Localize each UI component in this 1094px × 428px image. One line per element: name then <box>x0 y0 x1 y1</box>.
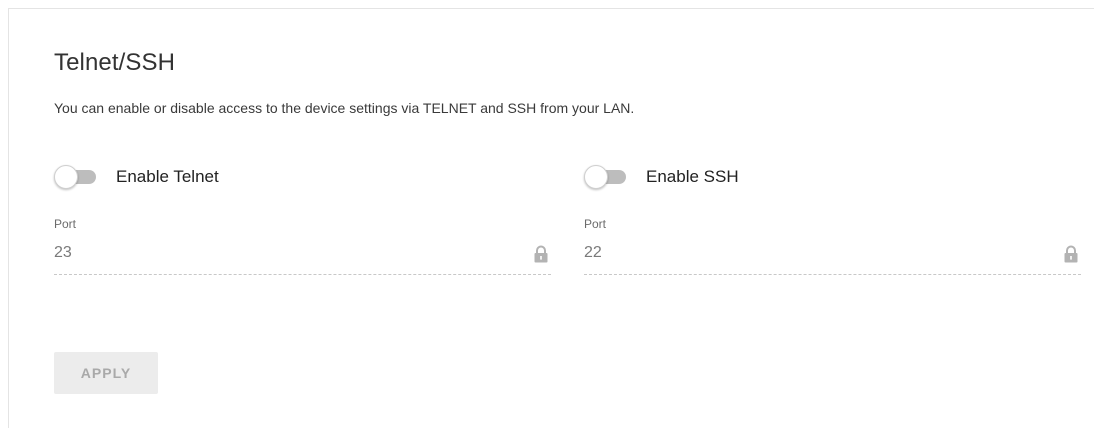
enable-telnet-label: Enable Telnet <box>116 167 219 186</box>
telnet-port-label: Port <box>54 217 77 231</box>
enable-telnet-toggle[interactable]: Enable Telnet <box>54 165 219 189</box>
ssh-port-input[interactable] <box>584 241 1044 265</box>
lock-icon <box>534 245 548 263</box>
ssh-switch[interactable] <box>584 165 626 189</box>
lock-icon <box>1064 245 1078 263</box>
enable-ssh-label: Enable SSH <box>646 167 739 186</box>
section-title: Telnet/SSH <box>54 49 176 76</box>
telnet-switch[interactable] <box>54 165 96 189</box>
ssh-port-field: Port <box>584 215 1081 277</box>
section-description: You can enable or disable access to the … <box>54 100 635 116</box>
enable-ssh-toggle[interactable]: Enable SSH <box>584 165 739 189</box>
telnet-port-input[interactable] <box>54 241 514 265</box>
telnet-port-underline <box>54 274 551 275</box>
telnet-switch-knob <box>54 165 78 189</box>
ssh-port-label: Port <box>584 217 607 231</box>
apply-button[interactable]: APPLY <box>54 352 158 394</box>
telnet-port-field: Port <box>54 215 551 277</box>
telnet-ssh-card: Telnet/SSH You can enable or disable acc… <box>8 8 1094 428</box>
ssh-switch-knob <box>584 165 608 189</box>
ssh-port-underline <box>584 274 1081 275</box>
